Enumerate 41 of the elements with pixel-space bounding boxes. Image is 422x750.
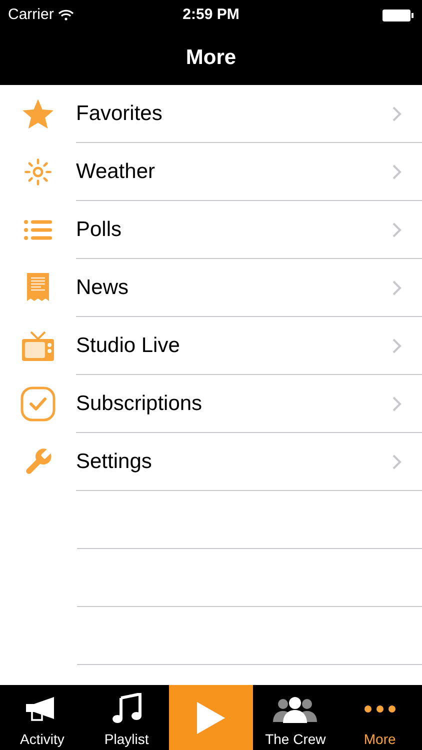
tab-button[interactable]: More — [338, 685, 422, 750]
menu-row[interactable]: Subscriptions — [0, 375, 422, 433]
group-icon — [273, 695, 318, 723]
menu-label: Settings — [76, 448, 152, 475]
menu-label: Favorites — [76, 100, 162, 127]
chevron-icon — [392, 106, 402, 122]
menu-row[interactable]: Settings — [0, 433, 422, 491]
tab-button[interactable]: Playlist — [84, 685, 169, 750]
list-icon — [22, 218, 52, 242]
menu-label: News — [76, 274, 129, 301]
star-icon — [20, 97, 54, 131]
battery-icon — [382, 8, 414, 22]
menu-label: Polls — [76, 216, 122, 243]
chevron-icon — [392, 164, 402, 180]
checkbox-icon — [20, 386, 56, 422]
chevron-icon — [392, 338, 402, 354]
menu-label: Subscriptions — [76, 390, 202, 417]
receipt-icon — [26, 272, 50, 304]
menu-label: Weather — [76, 158, 155, 185]
menu-row[interactable]: Weather — [0, 143, 422, 201]
tab-button[interactable]: The Crew — [253, 685, 338, 750]
tv-icon — [20, 329, 54, 363]
clock-label: 2:59 PM — [182, 4, 240, 25]
more-icon — [362, 704, 397, 714]
play-icon — [195, 700, 228, 736]
menu-row[interactable]: News — [0, 259, 422, 317]
menu-label: Studio Live — [76, 332, 180, 359]
menu-row[interactable]: Favorites — [0, 85, 422, 143]
play-button[interactable] — [168, 685, 254, 750]
wifi-icon — [58, 9, 74, 21]
sun-icon — [24, 158, 52, 186]
menu-row[interactable]: Studio Live — [0, 317, 422, 375]
menu-row[interactable]: Polls — [0, 201, 422, 259]
chevron-icon — [392, 222, 402, 238]
tab-button[interactable]: Activity — [0, 685, 84, 750]
chevron-icon — [392, 396, 402, 412]
chevron-icon — [392, 280, 402, 296]
screen-title: More — [186, 44, 236, 71]
carrier-label: Carrier — [8, 4, 54, 25]
chevron-icon — [392, 454, 402, 470]
music-note-icon — [112, 693, 142, 725]
